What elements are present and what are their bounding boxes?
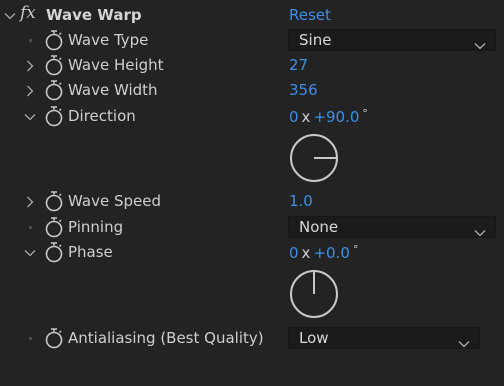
wave-speed-value[interactable]: 1.0	[289, 192, 313, 210]
property-row-wave-type: Wave Type Sine	[0, 28, 504, 53]
effect-title: Wave Warp	[46, 6, 142, 24]
wave-type-dropdown[interactable]: Sine	[288, 29, 496, 51]
phase-label: Phase	[68, 243, 113, 261]
pinning-dropdown[interactable]: None	[288, 216, 496, 238]
wave-height-label: Wave Height	[68, 56, 164, 74]
stopwatch-icon[interactable]	[44, 79, 64, 101]
direction-revolutions[interactable]: 0	[289, 108, 299, 126]
reset-link[interactable]: Reset	[289, 6, 331, 24]
phase-degrees[interactable]: +0.0	[313, 244, 349, 262]
revolution-separator: x	[301, 244, 311, 262]
chevron-right-icon[interactable]	[24, 85, 36, 97]
stopwatch-icon[interactable]	[44, 105, 64, 127]
degree-symbol: °	[352, 243, 359, 256]
row-dot	[29, 337, 32, 340]
direction-degrees[interactable]: +90.0	[313, 108, 359, 126]
pinning-selected: None	[299, 218, 339, 236]
chevron-right-icon[interactable]	[24, 60, 36, 72]
chevron-right-icon[interactable]	[24, 196, 36, 208]
wave-height-value[interactable]: 27	[289, 56, 308, 74]
stopwatch-icon[interactable]	[44, 54, 64, 76]
row-dot	[29, 39, 32, 42]
antialiasing-selected: Low	[299, 329, 329, 347]
wave-width-label: Wave Width	[68, 81, 158, 99]
chevron-down-icon	[474, 223, 486, 241]
wave-speed-label: Wave Speed	[68, 192, 161, 210]
property-row-wave-height: Wave Height 27	[0, 53, 504, 78]
wave-width-value[interactable]: 356	[289, 81, 318, 99]
property-row-wave-width: Wave Width 356	[0, 78, 504, 103]
chevron-down-icon	[474, 36, 486, 54]
stopwatch-icon[interactable]	[44, 190, 64, 212]
direction-angle-readout: 0 x +90.0 °	[289, 107, 368, 126]
pinning-label: Pinning	[68, 218, 124, 236]
chevron-down-icon[interactable]	[24, 111, 36, 123]
stopwatch-icon[interactable]	[44, 327, 64, 349]
revolution-separator: x	[301, 108, 311, 126]
antialiasing-dropdown[interactable]: Low	[288, 327, 480, 349]
wave-type-selected: Sine	[299, 31, 332, 49]
direction-angle-dial[interactable]	[288, 132, 340, 184]
fx-toggle-icon[interactable]: fx	[20, 3, 36, 23]
property-row-direction: Direction 0 x +90.0 °	[0, 104, 504, 129]
property-row-phase: Phase 0 x +0.0 °	[0, 240, 504, 265]
phase-angle-dial[interactable]	[288, 268, 340, 320]
property-row-antialiasing: Antialiasing (Best Quality) Low	[0, 326, 504, 351]
phase-revolutions[interactable]: 0	[289, 244, 299, 262]
effect-header: fx Wave Warp Reset	[0, 3, 504, 28]
wave-type-label: Wave Type	[68, 31, 149, 49]
direction-label: Direction	[68, 107, 136, 125]
row-dot	[29, 226, 32, 229]
stopwatch-icon[interactable]	[44, 241, 64, 263]
stopwatch-icon[interactable]	[44, 29, 64, 51]
property-row-pinning: Pinning None	[0, 215, 504, 240]
property-row-wave-speed: Wave Speed 1.0	[0, 189, 504, 214]
effect-twirl-chevron-down-icon[interactable]	[4, 10, 16, 22]
chevron-down-icon	[458, 334, 470, 352]
chevron-down-icon[interactable]	[24, 247, 36, 259]
degree-symbol: °	[362, 107, 368, 120]
stopwatch-icon[interactable]	[44, 216, 64, 238]
antialiasing-label: Antialiasing (Best Quality)	[68, 329, 264, 347]
phase-angle-readout: 0 x +0.0 °	[289, 243, 358, 262]
